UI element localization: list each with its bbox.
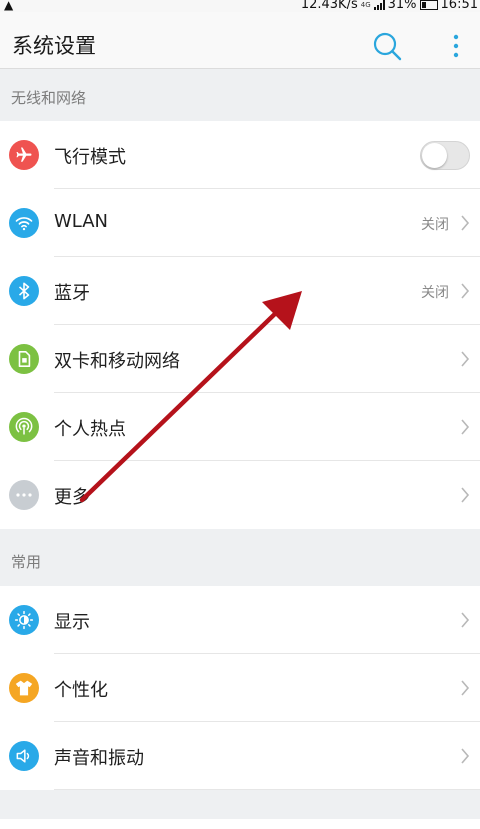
- chevron-right-icon: [461, 419, 470, 435]
- section-header-label: 常用: [11, 553, 42, 571]
- setting-status: 关闭: [421, 285, 449, 301]
- chevron-right-icon: [461, 680, 470, 696]
- chevron-right-icon: [461, 351, 470, 367]
- divider: [54, 789, 480, 790]
- toggle-knob: [422, 143, 447, 168]
- hotspot-icon: [9, 412, 39, 442]
- bluetooth-icon: [9, 276, 39, 306]
- status-bar: ▲ 12.43K/s 4G 31% 16:51: [0, 0, 480, 12]
- setting-row-wlan[interactable]: WLAN 关闭: [0, 189, 480, 257]
- section-header-common: 常用: [0, 533, 480, 585]
- section-header-label: 无线和网络: [11, 89, 87, 107]
- sim-card-icon: [9, 344, 39, 374]
- search-icon[interactable]: [370, 29, 404, 63]
- setting-row-more[interactable]: 更多: [0, 461, 480, 529]
- setting-label: 声音和振动: [54, 748, 144, 769]
- airplane-mode-toggle[interactable]: [420, 141, 470, 170]
- more-dots-icon: [9, 480, 39, 510]
- warning-icon: ▲: [4, 0, 14, 12]
- next-row-partial: [0, 819, 480, 829]
- speaker-icon: [9, 741, 39, 771]
- setting-label: 个性化: [54, 680, 108, 701]
- setting-row-display[interactable]: 显示: [0, 586, 480, 654]
- setting-label: 显示: [54, 612, 90, 633]
- chevron-right-icon: [461, 612, 470, 628]
- setting-row-sound[interactable]: 声音和振动: [0, 722, 480, 790]
- setting-label: WLAN: [54, 211, 109, 232]
- setting-status: 关闭: [421, 217, 449, 233]
- more-vert-icon[interactable]: [446, 29, 466, 63]
- chevron-right-icon: [461, 748, 470, 764]
- brightness-icon: [9, 605, 39, 635]
- setting-label: 蓝牙: [54, 283, 90, 304]
- setting-row-hotspot[interactable]: 个人热点: [0, 393, 480, 461]
- signal-icon: [373, 0, 385, 10]
- battery-percent: 31%: [387, 0, 417, 12]
- shirt-icon: [9, 673, 39, 703]
- page-title: 系统设置: [12, 34, 96, 58]
- setting-row-airplane-mode[interactable]: 飞行模式: [0, 121, 480, 189]
- common-settings-group: 显示 个性化 声音和振动: [0, 586, 480, 790]
- battery-icon: [419, 0, 438, 10]
- setting-label: 双卡和移动网络: [54, 351, 180, 372]
- setting-label: 更多: [54, 487, 90, 508]
- chevron-right-icon: [461, 487, 470, 503]
- network-type: 4G: [360, 1, 371, 9]
- section-header-wireless: 无线和网络: [0, 69, 480, 121]
- setting-label: 飞行模式: [54, 147, 126, 168]
- status-indicators: 12.43K/s 4G 31% 16:51: [301, 0, 478, 11]
- chevron-right-icon: [461, 215, 470, 231]
- setting-row-dual-sim[interactable]: 双卡和移动网络: [0, 325, 480, 393]
- setting-row-bluetooth[interactable]: 蓝牙 关闭: [0, 257, 480, 325]
- wifi-icon: [9, 208, 39, 238]
- setting-row-personalization[interactable]: 个性化: [0, 654, 480, 722]
- airplane-icon: [9, 140, 39, 170]
- app-bar: 系统设置: [0, 12, 480, 69]
- network-speed: 12.43K/s: [300, 0, 358, 12]
- wireless-settings-group: 飞行模式 WLAN 关闭 蓝牙 关闭 双卡和移动网络 个人热点 更多: [0, 121, 480, 529]
- chevron-right-icon: [461, 283, 470, 299]
- clock: 16:51: [440, 0, 478, 12]
- setting-label: 个人热点: [54, 419, 126, 440]
